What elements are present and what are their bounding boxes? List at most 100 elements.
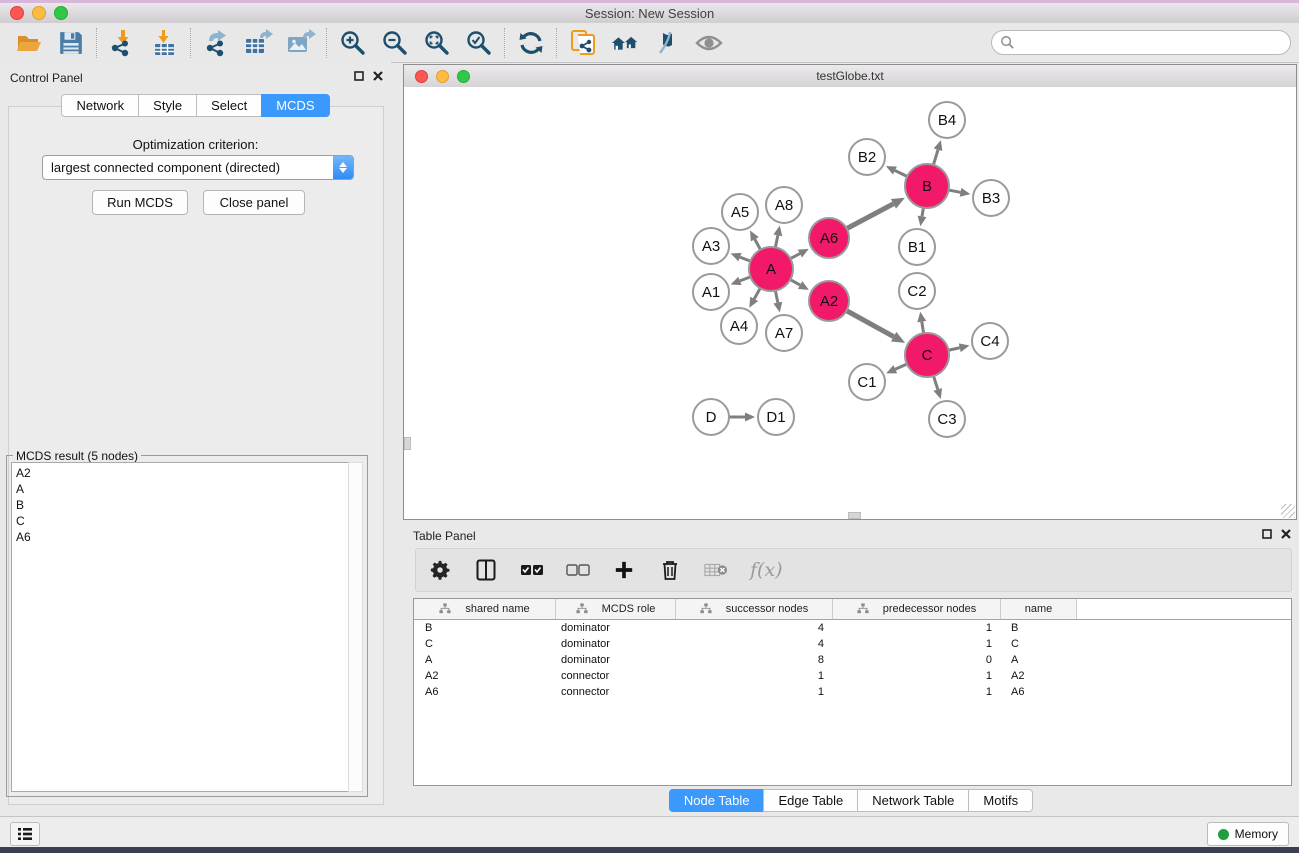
function-builder-icon[interactable]: f(x) bbox=[750, 559, 783, 581]
delete-columns-icon[interactable] bbox=[658, 558, 682, 582]
new-network-from-selection-icon[interactable] bbox=[568, 28, 598, 58]
table-row-A2[interactable]: A2connector11A2 bbox=[414, 668, 1291, 684]
cell-name[interactable]: B bbox=[1001, 620, 1077, 636]
cell-name[interactable]: A2 bbox=[1001, 668, 1077, 684]
tab-mcds[interactable]: MCDS bbox=[261, 94, 329, 117]
tab-network-table[interactable]: Network Table bbox=[857, 789, 968, 812]
import-network-icon[interactable] bbox=[108, 28, 138, 58]
tab-motifs[interactable]: Motifs bbox=[968, 789, 1033, 812]
show-hide-eye-icon[interactable] bbox=[694, 28, 724, 58]
cell-MCDS-role[interactable]: connector bbox=[556, 668, 676, 684]
add-column-icon[interactable] bbox=[612, 558, 636, 582]
unselect-all-checkboxes-icon[interactable] bbox=[566, 558, 590, 582]
result-item-B[interactable]: B bbox=[16, 497, 344, 513]
cell-successor-nodes[interactable]: 4 bbox=[676, 620, 833, 636]
export-network-icon[interactable] bbox=[202, 28, 232, 58]
column-header-successor-nodes[interactable]: successor nodes bbox=[676, 599, 833, 619]
cell-name[interactable]: C bbox=[1001, 636, 1077, 652]
cell-successor-nodes[interactable]: 4 bbox=[676, 636, 833, 652]
cell-MCDS-role[interactable]: dominator bbox=[556, 620, 676, 636]
node-label-C: C bbox=[922, 347, 933, 364]
table-row-A6[interactable]: A6connector11A6 bbox=[414, 684, 1291, 700]
cell-successor-nodes[interactable]: 8 bbox=[676, 652, 833, 668]
refresh-icon[interactable] bbox=[516, 28, 546, 58]
criterion-select[interactable]: largest connected component (directed) bbox=[42, 155, 354, 180]
table-row-C[interactable]: Cdominator41C bbox=[414, 636, 1291, 652]
cell-successor-nodes[interactable]: 1 bbox=[676, 684, 833, 700]
node-label-B3: B3 bbox=[982, 190, 1000, 207]
cell-predecessor-nodes[interactable]: 1 bbox=[833, 668, 1001, 684]
table-row-A[interactable]: Adominator80A bbox=[414, 652, 1291, 668]
cell-name[interactable]: A bbox=[1001, 652, 1077, 668]
tab-network[interactable]: Network bbox=[61, 94, 138, 117]
zoom-out-icon[interactable] bbox=[380, 28, 410, 58]
node-label-A5: A5 bbox=[731, 204, 749, 221]
cell-MCDS-role[interactable]: connector bbox=[556, 684, 676, 700]
cell-successor-nodes[interactable]: 1 bbox=[676, 668, 833, 684]
show-columns-icon[interactable] bbox=[474, 558, 498, 582]
cell-predecessor-nodes[interactable]: 1 bbox=[833, 620, 1001, 636]
result-item-A[interactable]: A bbox=[16, 481, 344, 497]
result-item-A2[interactable]: A2 bbox=[16, 465, 344, 481]
table-tabs: Node TableEdge TableNetwork TableMotifs bbox=[403, 789, 1299, 812]
column-type-icon bbox=[700, 603, 712, 615]
column-header-predecessor-nodes[interactable]: predecessor nodes bbox=[833, 599, 1001, 619]
cell-shared-name[interactable]: B bbox=[414, 620, 556, 636]
splitpane-grabber-bottom[interactable] bbox=[848, 512, 861, 519]
open-session-icon[interactable] bbox=[14, 28, 44, 58]
window-resize-grip[interactable] bbox=[1281, 504, 1295, 518]
mcds-result-box: MCDS result (5 nodes) A2ABCA6 bbox=[6, 455, 368, 797]
float-panel-icon[interactable] bbox=[354, 71, 364, 81]
column-header-name[interactable]: name bbox=[1001, 599, 1077, 619]
node-label-A2: A2 bbox=[820, 293, 838, 310]
cell-shared-name[interactable]: C bbox=[414, 636, 556, 652]
tab-edge-table[interactable]: Edge Table bbox=[763, 789, 857, 812]
network-canvas[interactable]: B4B2BB3A5A8A6A3AB1A1C2A4A7A2C4CC1C3DD1 bbox=[404, 87, 1296, 519]
network-window-titlebar[interactable]: testGlobe.txt bbox=[404, 65, 1296, 88]
cell-predecessor-nodes[interactable]: 1 bbox=[833, 684, 1001, 700]
float-table-panel-icon[interactable] bbox=[1262, 529, 1272, 539]
export-table-icon[interactable] bbox=[244, 28, 274, 58]
column-header-shared-name[interactable]: shared name bbox=[414, 599, 556, 619]
close-panel-button[interactable]: Close panel bbox=[203, 190, 305, 215]
search-input[interactable] bbox=[991, 30, 1291, 55]
result-scrollbar[interactable] bbox=[348, 462, 363, 792]
home-reset-layout-icon[interactable] bbox=[610, 28, 640, 58]
tab-node-table[interactable]: Node Table bbox=[669, 789, 764, 812]
splitpane-grabber-left[interactable] bbox=[404, 437, 411, 450]
run-mcds-button[interactable]: Run MCDS bbox=[92, 190, 188, 215]
table-settings-icon[interactable] bbox=[428, 558, 452, 582]
node-table[interactable]: shared nameMCDS rolesuccessor nodesprede… bbox=[413, 598, 1292, 786]
cell-predecessor-nodes[interactable]: 1 bbox=[833, 636, 1001, 652]
zoom-selected-icon[interactable] bbox=[464, 28, 494, 58]
toolbar-separator bbox=[556, 28, 558, 58]
close-panel-icon[interactable] bbox=[373, 71, 383, 81]
zoom-fit-icon[interactable] bbox=[422, 28, 452, 58]
cell-MCDS-role[interactable]: dominator bbox=[556, 652, 676, 668]
zoom-in-icon[interactable] bbox=[338, 28, 368, 58]
close-table-panel-icon[interactable] bbox=[1281, 529, 1291, 539]
tab-select[interactable]: Select bbox=[196, 94, 261, 117]
table-panel-title: Table Panel bbox=[413, 529, 476, 543]
cell-name[interactable]: A6 bbox=[1001, 684, 1077, 700]
delete-table-icon[interactable] bbox=[704, 558, 728, 582]
import-table-icon[interactable] bbox=[150, 28, 180, 58]
select-all-checkboxes-icon[interactable] bbox=[520, 558, 544, 582]
tab-style[interactable]: Style bbox=[138, 94, 196, 117]
toggle-graphics-details-icon[interactable] bbox=[652, 28, 682, 58]
result-item-A6[interactable]: A6 bbox=[16, 529, 344, 545]
save-session-icon[interactable] bbox=[56, 28, 86, 58]
memory-button[interactable]: Memory bbox=[1207, 822, 1289, 846]
cell-shared-name[interactable]: A6 bbox=[414, 684, 556, 700]
node-label-A7: A7 bbox=[775, 325, 793, 342]
task-history-button[interactable] bbox=[10, 822, 40, 846]
cell-shared-name[interactable]: A2 bbox=[414, 668, 556, 684]
cell-MCDS-role[interactable]: dominator bbox=[556, 636, 676, 652]
mcds-result-list[interactable]: A2ABCA6 bbox=[11, 462, 349, 792]
cell-shared-name[interactable]: A bbox=[414, 652, 556, 668]
result-item-C[interactable]: C bbox=[16, 513, 344, 529]
table-row-B[interactable]: Bdominator41B bbox=[414, 620, 1291, 636]
column-header-MCDS-role[interactable]: MCDS role bbox=[556, 599, 676, 619]
cell-predecessor-nodes[interactable]: 0 bbox=[833, 652, 1001, 668]
export-image-icon[interactable] bbox=[286, 28, 316, 58]
